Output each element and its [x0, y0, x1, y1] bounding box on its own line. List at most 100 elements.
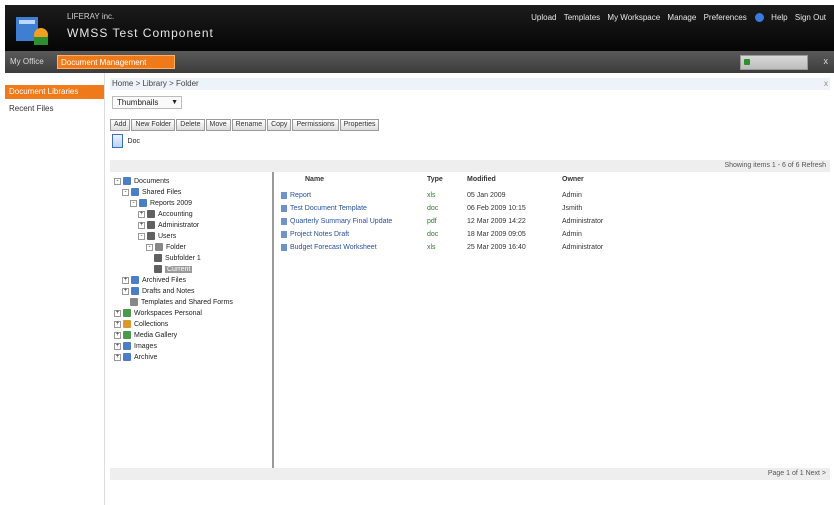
column-header-modified[interactable]: Modified	[467, 176, 496, 183]
table-row[interactable]: Report xls 05 Jan 2009 Admin	[277, 190, 830, 202]
sidebar-item-recent-files[interactable]: Recent Files	[5, 102, 104, 116]
sign-out-link[interactable]: Sign Out	[795, 13, 826, 22]
help-link[interactable]: Help	[771, 13, 787, 22]
view-select[interactable]: Thumbnails ▼	[112, 96, 182, 109]
breadcrumb-text[interactable]: Home > Library > Folder	[112, 79, 199, 88]
column-header-name[interactable]: Name	[305, 176, 324, 183]
tree-node-label: Collections	[134, 321, 169, 328]
collapse-icon[interactable]: -	[114, 177, 121, 185]
user-icon	[154, 254, 162, 263]
collapse-icon[interactable]: -	[130, 199, 137, 207]
tree-node[interactable]: + Images	[114, 341, 157, 352]
tree-node[interactable]: + Archive	[114, 352, 157, 363]
main-content: Home > Library > Folder x Thumbnails ▼ A…	[110, 78, 830, 480]
left-sidebar: Document Libraries Recent Files	[5, 73, 105, 505]
tree-node[interactable]: + Archived Files	[122, 275, 186, 286]
folder-icon	[130, 298, 138, 307]
folder-icon	[123, 331, 131, 340]
expand-icon[interactable]: +	[138, 210, 145, 218]
modified-date: 25 Mar 2009 16:40	[467, 244, 526, 251]
folder-icon	[123, 177, 131, 186]
user-icon	[147, 210, 155, 219]
tree-node-label: Workspaces Personal	[134, 310, 202, 317]
folder-icon	[131, 287, 139, 296]
tree-node[interactable]: - Users	[138, 231, 176, 242]
tree-node[interactable]: - Reports 2009	[130, 198, 192, 209]
panel-close-button[interactable]: x	[824, 78, 828, 90]
table-row[interactable]: Test Document Template doc 06 Feb 2009 10:…	[277, 203, 830, 215]
owner-name: Admin	[562, 231, 582, 238]
nav-tab-document-management[interactable]: Document Management	[57, 55, 175, 69]
tree-node[interactable]: - Folder	[146, 242, 186, 253]
product-title: WMSS Test Component	[67, 26, 214, 40]
file-name-link[interactable]: Project Notes Draft	[281, 229, 349, 241]
nav-close-button[interactable]: x	[824, 56, 829, 66]
expand-icon[interactable]: +	[114, 309, 121, 317]
tree-node[interactable]: + Workspaces Personal	[114, 308, 202, 319]
table-row[interactable]: Quarterly Summary Final Update pdf 12 Mar …	[277, 216, 830, 228]
nav-tab-home[interactable]: My Office	[7, 55, 47, 69]
expand-icon[interactable]: +	[114, 342, 121, 350]
top-link-upload[interactable]: Upload	[531, 13, 556, 22]
collapse-icon[interactable]: -	[138, 232, 145, 240]
tree-node[interactable]: - Documents	[114, 176, 169, 187]
permissions-button[interactable]: Permissions	[292, 119, 339, 131]
tree-node[interactable]: + Administrator	[138, 220, 199, 231]
expand-icon[interactable]: +	[114, 353, 121, 361]
delete-button[interactable]: Delete	[176, 119, 205, 131]
tree-node[interactable]: + Collections	[114, 319, 168, 330]
tree-node-label: Drafts and Notes	[142, 288, 195, 295]
collapse-icon[interactable]: -	[122, 188, 129, 196]
copy-button[interactable]: Copy	[267, 119, 292, 131]
folder-icon	[123, 309, 131, 318]
collapse-icon[interactable]: -	[146, 243, 153, 251]
properties-button[interactable]: Properties	[339, 119, 380, 131]
tree-node[interactable]: + Media Gallery	[114, 330, 177, 341]
tree-node[interactable]: + Drafts and Notes	[122, 286, 195, 297]
top-link-manage[interactable]: Manage	[667, 13, 696, 22]
file-name-link[interactable]: Quarterly Summary Final Update	[281, 216, 392, 228]
column-header-owner[interactable]: Owner	[562, 176, 584, 183]
tree-node-label: Accounting	[158, 211, 193, 218]
top-link-templates[interactable]: Templates	[564, 13, 600, 22]
tree-node-label: Documents	[134, 178, 170, 185]
search-icon	[744, 59, 750, 65]
tree-node[interactable]: - Shared Files	[122, 187, 181, 198]
brand-name: LIFERAY inc.	[67, 12, 115, 21]
tree-node[interactable]: Subfolder 1	[154, 253, 201, 264]
tree-node[interactable]: Templates and Shared Forms	[130, 297, 233, 308]
folder-icon	[123, 353, 131, 362]
tree-node[interactable]: Current	[154, 264, 193, 275]
expand-icon[interactable]: +	[122, 276, 129, 284]
top-link-preferences[interactable]: Preferences	[704, 13, 747, 22]
table-row[interactable]: Project Notes Draft doc 18 Mar 2009 09:05 A…	[277, 229, 830, 241]
file-type: xls	[427, 192, 436, 199]
file-name-link[interactable]: Test Document Template	[281, 203, 367, 215]
expand-icon[interactable]: +	[122, 287, 129, 295]
file-type: doc	[427, 205, 439, 212]
help-icon[interactable]	[754, 13, 764, 23]
move-button[interactable]: Move	[205, 119, 231, 131]
file-name-link[interactable]: Report	[281, 190, 311, 202]
expand-icon[interactable]: +	[114, 331, 121, 339]
add-button[interactable]: Add	[110, 119, 131, 131]
nav-search-input[interactable]	[740, 55, 808, 70]
chevron-down-icon: ▼	[171, 99, 178, 106]
table-row[interactable]: Budget Forecast Worksheet xls 25 Mar 2009 …	[277, 242, 830, 254]
folder-icon	[131, 276, 139, 285]
top-link-workspace[interactable]: My Workspace	[607, 13, 660, 22]
file-type: doc	[427, 231, 439, 238]
expand-icon[interactable]: +	[138, 221, 145, 229]
column-header-type[interactable]: Type	[427, 176, 443, 183]
owner-name: Admin	[562, 192, 582, 199]
expand-icon[interactable]: +	[114, 320, 121, 328]
tree-node[interactable]: + Accounting	[138, 209, 193, 220]
tree-node-label: Subfolder 1	[165, 255, 201, 262]
rename-button[interactable]: Rename	[231, 119, 267, 131]
app-logo-icon	[16, 17, 48, 45]
tree-node-label: Administrator	[158, 222, 200, 229]
new-document-shortcut[interactable]: Doc	[112, 134, 140, 150]
new-folder-button[interactable]: New Folder	[131, 119, 176, 131]
sidebar-item-document-libraries[interactable]: Document Libraries	[5, 85, 104, 99]
file-name-link[interactable]: Budget Forecast Worksheet	[281, 242, 377, 254]
